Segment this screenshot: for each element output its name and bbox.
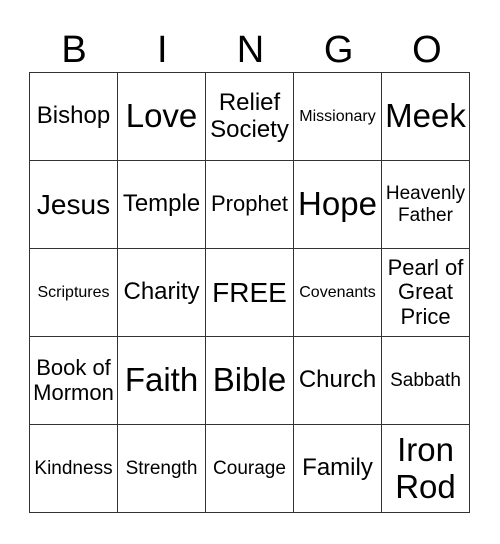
bingo-grid: Bishop Love Relief Society Missionary Me… (29, 72, 470, 513)
bingo-cell[interactable]: Church (293, 336, 382, 425)
free-cell[interactable]: FREE (205, 248, 294, 337)
bingo-cell[interactable]: Iron Rod (381, 424, 470, 513)
bingo-cell[interactable]: Bible (205, 336, 294, 425)
bingo-cell[interactable]: Prophet (205, 160, 294, 249)
bingo-header: B I N G O (30, 28, 471, 72)
bingo-cell[interactable]: Temple (117, 160, 206, 249)
bingo-cell[interactable]: Family (293, 424, 382, 513)
header-letter-b: B (61, 29, 87, 71)
bingo-cell[interactable]: Book of Mormon (29, 336, 118, 425)
bingo-cell[interactable]: Love (117, 72, 206, 161)
bingo-cell[interactable]: Courage (205, 424, 294, 513)
bingo-cell[interactable]: Meek (381, 72, 470, 161)
bingo-cell[interactable]: Hope (293, 160, 382, 249)
bingo-cell[interactable]: Faith (117, 336, 206, 425)
grid-row: Book of Mormon Faith Bible Church Sabbat… (29, 336, 470, 425)
header-letter-o: O (412, 29, 442, 71)
header-letter-g: G (323, 29, 354, 71)
bingo-cell[interactable]: Pearl of Great Price (381, 248, 470, 337)
grid-row: Kindness Strength Courage Family Iron Ro… (29, 424, 470, 513)
bingo-cell[interactable]: Charity (117, 248, 206, 337)
bingo-cell[interactable]: Scriptures (29, 248, 118, 337)
bingo-cell[interactable]: Covenants (293, 248, 382, 337)
bingo-cell[interactable]: Jesus (29, 160, 118, 249)
header-letter-n: N (236, 29, 265, 71)
bingo-cell[interactable]: Kindness (29, 424, 118, 513)
bingo-cell[interactable]: Sabbath (381, 336, 470, 425)
bingo-cell[interactable]: Heavenly Father (381, 160, 470, 249)
bingo-cell[interactable]: Strength (117, 424, 206, 513)
grid-row: Bishop Love Relief Society Missionary Me… (29, 72, 470, 161)
header-letter-i: I (157, 29, 168, 71)
bingo-cell[interactable]: Relief Society (205, 72, 294, 161)
grid-row: Scriptures Charity FREE Covenants Pearl … (29, 248, 470, 337)
bingo-cell[interactable]: Missionary (293, 72, 382, 161)
bingo-cell[interactable]: Bishop (29, 72, 118, 161)
grid-row: Jesus Temple Prophet Hope Heavenly Fathe… (29, 160, 470, 249)
